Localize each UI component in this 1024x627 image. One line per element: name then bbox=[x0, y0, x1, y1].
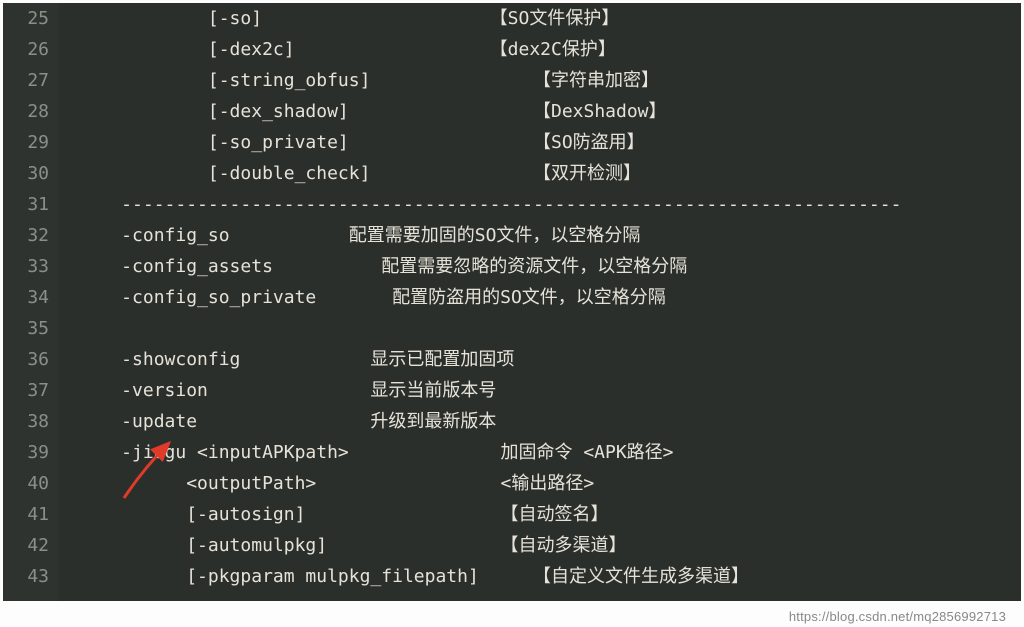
line-number: 35 bbox=[13, 313, 49, 344]
code-text: [-pkgparam mulpkg_filepath] 【自定义文件生成多渠道】 bbox=[67, 566, 749, 587]
line-number: 39 bbox=[13, 437, 49, 468]
line-number: 26 bbox=[13, 34, 49, 65]
code-text: <outputPath> <输出路径> bbox=[67, 473, 594, 494]
code-line[interactable]: ----------------------------------------… bbox=[67, 189, 1021, 220]
line-number: 25 bbox=[13, 3, 49, 34]
code-line[interactable]: [-dex2c] 【dex2C保护】 bbox=[67, 34, 1021, 65]
line-number: 38 bbox=[13, 406, 49, 437]
code-line[interactable]: [-string_obfus] 【字符串加密】 bbox=[67, 65, 1021, 96]
code-line[interactable]: [-dex_shadow] 【DexShadow】 bbox=[67, 96, 1021, 127]
code-line[interactable]: -config_assets 配置需要忽略的资源文件，以空格分隔 bbox=[67, 251, 1021, 282]
line-number: 43 bbox=[13, 561, 49, 592]
code-text: [-string_obfus] 【字符串加密】 bbox=[67, 70, 659, 91]
code-line[interactable]: [-autosign] 【自动签名】 bbox=[67, 499, 1021, 530]
code-line[interactable]: <outputPath> <输出路径> bbox=[67, 468, 1021, 499]
code-line[interactable]: [-automulpkg] 【自动多渠道】 bbox=[67, 530, 1021, 561]
line-number: 29 bbox=[13, 127, 49, 158]
code-line[interactable]: [-so_private] 【SO防盗用】 bbox=[67, 127, 1021, 158]
line-number: 30 bbox=[13, 158, 49, 189]
line-number: 36 bbox=[13, 344, 49, 375]
line-number: 31 bbox=[13, 189, 49, 220]
watermark-text: https://blog.csdn.net/mq2856992713 bbox=[789, 610, 1006, 623]
code-text: -update 升级到最新版本 bbox=[67, 411, 496, 432]
line-number-gutter: 25262728293031323334353637383940414243 bbox=[3, 3, 59, 601]
line-number: 37 bbox=[13, 375, 49, 406]
code-editor: 25262728293031323334353637383940414243 [… bbox=[3, 3, 1021, 601]
line-number: 33 bbox=[13, 251, 49, 282]
code-text: [-automulpkg] 【自动多渠道】 bbox=[67, 535, 626, 556]
line-number: 27 bbox=[13, 65, 49, 96]
line-number: 40 bbox=[13, 468, 49, 499]
code-line[interactable] bbox=[67, 313, 1021, 344]
code-text: [-double_check] 【双开检测】 bbox=[67, 163, 641, 184]
code-text: [-so] 【SO文件保护】 bbox=[67, 8, 619, 29]
code-line[interactable]: -config_so 配置需要加固的SO文件，以空格分隔 bbox=[67, 220, 1021, 251]
code-line[interactable]: -showconfig 显示已配置加固项 bbox=[67, 344, 1021, 375]
line-number: 41 bbox=[13, 499, 49, 530]
code-line[interactable]: [-so] 【SO文件保护】 bbox=[67, 3, 1021, 34]
line-number: 28 bbox=[13, 96, 49, 127]
code-text: [-dex2c] 【dex2C保护】 bbox=[67, 39, 616, 60]
code-text: -config_so_private 配置防盗用的SO文件，以空格分隔 bbox=[67, 287, 666, 308]
code-line[interactable]: -version 显示当前版本号 bbox=[67, 375, 1021, 406]
code-line[interactable]: -config_so_private 配置防盗用的SO文件，以空格分隔 bbox=[67, 282, 1021, 313]
code-text: [-autosign] 【自动签名】 bbox=[67, 504, 608, 525]
code-line[interactable]: -update 升级到最新版本 bbox=[67, 406, 1021, 437]
code-text: -config_so 配置需要加固的SO文件，以空格分隔 bbox=[67, 225, 640, 246]
line-number: 34 bbox=[13, 282, 49, 313]
code-text: -jiagu <inputAPKpath> 加固命令 <APK路径> bbox=[67, 442, 674, 463]
line-number: 32 bbox=[13, 220, 49, 251]
code-text: -version 显示当前版本号 bbox=[67, 380, 496, 401]
code-line[interactable]: [-double_check] 【双开检测】 bbox=[67, 158, 1021, 189]
code-line[interactable]: -jiagu <inputAPKpath> 加固命令 <APK路径> bbox=[67, 437, 1021, 468]
line-number: 42 bbox=[13, 530, 49, 561]
code-text: -config_assets 配置需要忽略的资源文件，以空格分隔 bbox=[67, 256, 687, 277]
code-text: [-so_private] 【SO防盗用】 bbox=[67, 132, 645, 153]
code-line[interactable]: [-pkgparam mulpkg_filepath] 【自定义文件生成多渠道】 bbox=[67, 561, 1021, 592]
code-text: -showconfig 显示已配置加固项 bbox=[67, 349, 514, 370]
code-text: ----------------------------------------… bbox=[67, 194, 901, 215]
code-area[interactable]: [-so] 【SO文件保护】 [-dex2c] 【dex2C保护】 [-stri… bbox=[59, 3, 1021, 601]
code-text: [-dex_shadow] 【DexShadow】 bbox=[67, 101, 667, 122]
